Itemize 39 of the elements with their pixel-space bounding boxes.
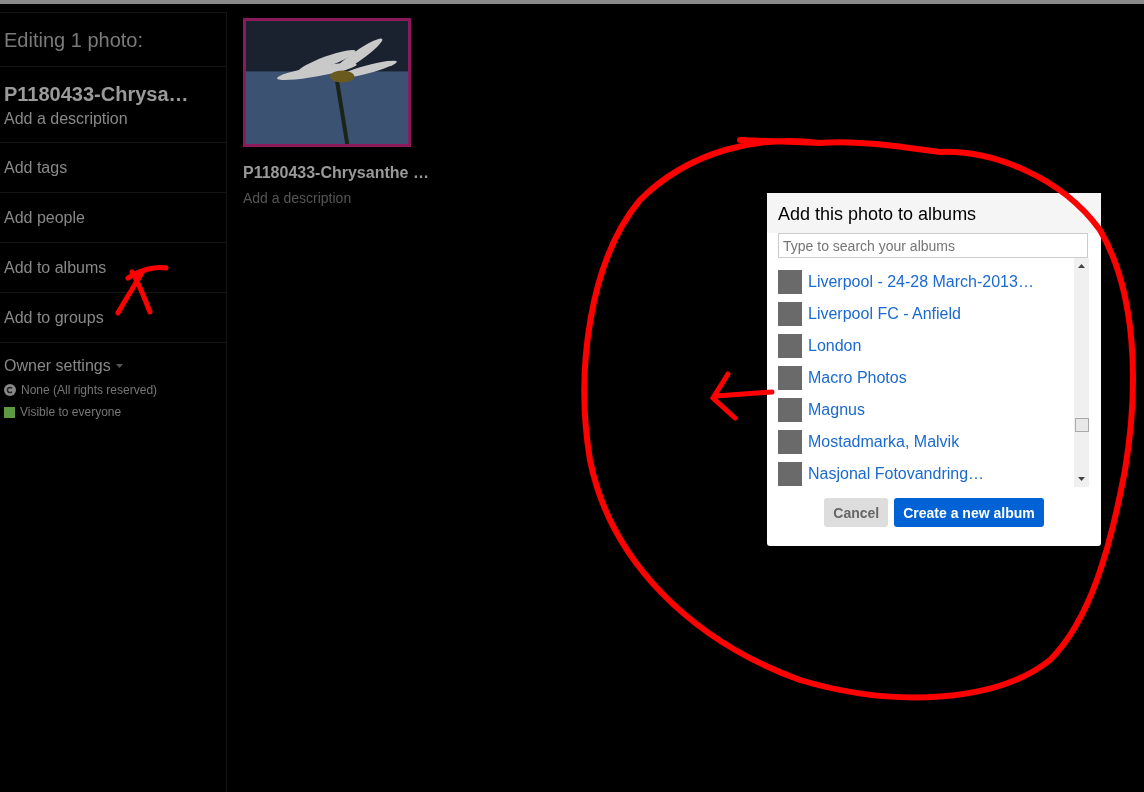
photo-title: P1180433-Chrysanthe … [243, 164, 429, 182]
sidebar-item[interactable]: Add to groups [4, 308, 104, 327]
scrollbar-thumb[interactable] [1074, 417, 1089, 432]
editing-heading: Editing 1 photo: [4, 28, 144, 53]
sidebar-item[interactable]: Add people [4, 208, 85, 227]
album-link[interactable]: Liverpool - 24-28 March-2013… [808, 273, 1034, 291]
arrow-annotation [709, 371, 775, 421]
photo-placeholder [778, 270, 802, 294]
album-link[interactable]: Liverpool FC - Anfield [808, 305, 961, 323]
visibility-icon [4, 406, 15, 418]
photo-placeholder [778, 398, 802, 422]
create-album-button[interactable]: Create a new album [894, 498, 1044, 527]
photo-placeholder [778, 430, 802, 454]
photo-placeholder [778, 366, 802, 390]
caret-icon [115, 364, 123, 368]
album-search-field[interactable]: Type to search your albums [778, 233, 1088, 258]
sidebar-item[interactable]: Add tags [4, 158, 68, 177]
photo-placeholder [778, 334, 802, 358]
scrollbar[interactable] [1074, 258, 1089, 487]
photo-placeholder [778, 462, 802, 486]
photo-title: P1180433-Chrysa… [4, 82, 190, 106]
add-description-link[interactable]: Add a description [4, 106, 128, 142]
photo-placeholder [778, 302, 802, 326]
copyright-icon [4, 384, 16, 396]
privacy-text: Visible to everyone [20, 405, 122, 419]
sidebar-item[interactable]: Add to albums [4, 258, 107, 277]
album-link[interactable]: Mostadmarka, Malvik [808, 433, 960, 451]
scroll-up-icon[interactable] [1078, 264, 1085, 268]
album-link[interactable]: Macro Photos [808, 369, 907, 387]
album-link[interactable]: Magnus [808, 401, 865, 419]
add-description-link[interactable]: Add a description [243, 190, 429, 206]
cancel-button[interactable]: Cancel [824, 498, 889, 527]
license-text: None (All rights reserved) [21, 383, 158, 397]
album-link[interactable]: Nasjonal Fotovandring… [808, 465, 985, 483]
dialog-title: Add this photo to albums [767, 193, 1101, 233]
owner-settings-link[interactable]: Owner settings [4, 357, 222, 375]
scroll-down-icon[interactable] [1078, 477, 1085, 481]
cross-annotation [115, 265, 169, 316]
album-link[interactable]: London [808, 337, 862, 355]
